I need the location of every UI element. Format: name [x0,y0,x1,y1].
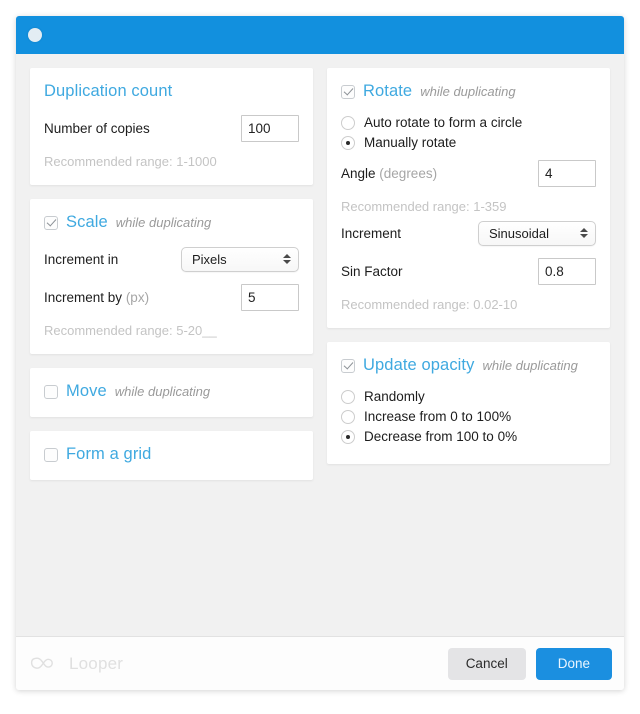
brand: Looper [30,654,123,674]
form-a-grid-header[interactable]: Form a grid [44,445,299,464]
radio-decrease[interactable]: Decrease from 100 to 0% [341,429,596,444]
card-scale: Scale while duplicating Increment in Pix… [30,199,313,354]
move-header[interactable]: Move while duplicating [44,382,299,401]
dialog-footer: Looper Cancel Done [16,636,624,690]
rotate-header[interactable]: Rotate while duplicating [341,82,596,101]
form-a-grid-title: Form a grid [66,445,152,463]
row-number-of-copies: Number of copies [44,115,299,142]
row-increment: Increment Sinusoidal [341,220,596,246]
radio-randomly[interactable]: Randomly [341,389,596,404]
auto-rotate-radio[interactable] [341,115,355,130]
rotate-radio-group: Auto rotate to form a circle Manually ro… [341,115,596,150]
number-of-copies-input[interactable] [241,115,299,142]
left-column: Duplication count Number of copies Recom… [30,68,313,480]
window-close-icon[interactable] [28,28,42,42]
angle-hint: Recommended range: 1-359 [341,199,507,214]
duplication-count-header: Duplication count [44,82,299,101]
scale-subtitle: while duplicating [115,215,212,230]
randomly-label: Randomly [364,389,425,404]
scale-hint: Recommended range: 5-20__ [44,323,217,338]
radio-increase[interactable]: Increase from 0 to 100% [341,409,596,424]
chevron-updown-icon [580,228,588,238]
done-button[interactable]: Done [535,647,612,680]
increment-by-input[interactable] [241,284,299,311]
sin-factor-input[interactable] [538,258,596,285]
increase-radio[interactable] [341,409,355,424]
row-angle: Angle (degrees) [341,160,596,187]
card-form-a-grid: Form a grid [30,431,313,480]
manually-rotate-label: Manually rotate [364,135,457,150]
card-rotate: Rotate while duplicating Auto rotate to … [327,68,610,328]
increment-by-label-text: Increment by [44,290,123,305]
increment-in-select[interactable]: Pixels [181,246,299,272]
increment-select[interactable]: Sinusoidal [478,220,596,246]
sin-factor-label: Sin Factor [341,264,403,279]
auto-rotate-label: Auto rotate to form a circle [364,115,523,130]
increment-label: Increment [341,225,402,241]
duplication-count-title: Duplication count [44,82,173,100]
decrease-radio[interactable] [341,429,355,444]
manually-rotate-radio[interactable] [341,135,355,150]
move-checkbox[interactable] [44,384,58,399]
increase-label: Increase from 0 to 100% [364,409,512,424]
looper-dialog: Duplication count Number of copies Recom… [16,16,624,690]
increment-value: Sinusoidal [489,225,549,241]
scale-checkbox[interactable] [44,215,58,230]
rotate-checkbox[interactable] [341,84,355,99]
card-duplication-count: Duplication count Number of copies Recom… [30,68,313,185]
move-subtitle: while duplicating [114,384,211,399]
chevron-updown-icon [283,254,291,264]
angle-input[interactable] [538,160,596,187]
increment-by-unit: (px) [125,290,150,305]
sin-factor-hint: Recommended range: 0.02-10 [341,297,518,312]
card-update-opacity: Update opacity while duplicating Randoml… [327,342,610,464]
infinity-icon [30,656,53,669]
cancel-button[interactable]: Cancel [447,647,526,680]
randomly-radio[interactable] [341,389,355,404]
right-column: Rotate while duplicating Auto rotate to … [327,68,610,464]
number-of-copies-label: Number of copies [44,121,150,136]
scale-title: Scale [66,213,108,231]
duplication-count-hint: Recommended range: 1-1000 [44,154,217,169]
update-opacity-header[interactable]: Update opacity while duplicating [341,356,596,375]
title-bar [16,16,624,54]
row-increment-by: Increment by (px) [44,284,299,311]
angle-label-text: Angle [341,166,376,181]
angle-unit: (degrees) [379,166,438,181]
dialog-body: Duplication count Number of copies Recom… [16,54,624,636]
angle-label: Angle (degrees) [341,166,437,181]
rotate-title: Rotate [363,82,413,100]
increment-in-label: Increment in [44,251,119,267]
update-opacity-checkbox[interactable] [341,358,355,373]
update-opacity-subtitle: while duplicating [482,358,578,373]
card-move: Move while duplicating [30,368,313,417]
scale-header[interactable]: Scale while duplicating [44,213,299,232]
rotate-subtitle: while duplicating [420,84,516,99]
form-a-grid-checkbox[interactable] [44,447,58,462]
update-opacity-title: Update opacity [363,356,475,374]
move-title: Move [66,382,107,400]
opacity-radio-group: Randomly Increase from 0 to 100% Decreas… [341,389,596,444]
increment-in-value: Pixels [192,251,227,267]
brand-name: Looper [69,653,124,673]
radio-auto-rotate[interactable]: Auto rotate to form a circle [341,115,596,130]
decrease-label: Decrease from 100 to 0% [364,429,518,444]
row-sin-factor: Sin Factor [341,258,596,285]
row-increment-in: Increment in Pixels [44,246,299,272]
increment-by-label: Increment by (px) [44,290,149,305]
radio-manually-rotate[interactable]: Manually rotate [341,135,596,150]
